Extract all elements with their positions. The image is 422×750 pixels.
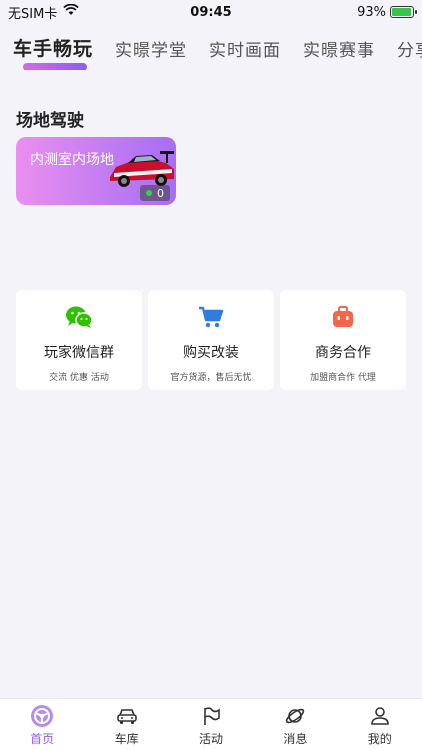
battery-fill <box>392 8 411 16</box>
battery-percent: 93% <box>357 4 386 20</box>
service-title: 购买改装 <box>183 345 239 361</box>
service-title: 玩家微信群 <box>44 345 114 361</box>
status-right: 93% <box>357 4 417 20</box>
tab-label: 实时画面 <box>209 41 282 61</box>
service-subtitle: 交流 优惠 活动 <box>49 373 109 383</box>
tab-events[interactable]: 实暻赛事 <box>303 30 375 61</box>
service-card-business[interactable]: 商务合作 加盟商合作 代理 <box>280 290 406 390</box>
top-tabs: 车手畅玩 实暻学堂 实时画面 实暻赛事 分享车辆 <box>0 30 422 70</box>
nav-label: 我的 <box>367 732 392 746</box>
nav-label: 消息 <box>283 732 308 746</box>
service-title: 商务合作 <box>315 345 371 361</box>
service-card-wechat-group[interactable]: 玩家微信群 交流 优惠 活动 <box>16 290 142 390</box>
service-card-purchase-mods[interactable]: 购买改装 官方货源，售后无忧 <box>148 290 274 390</box>
flag-icon <box>201 705 221 727</box>
user-icon <box>370 705 390 727</box>
tab-academy[interactable]: 实暻学堂 <box>115 30 187 61</box>
nav-garage[interactable]: 车库 <box>92 705 162 747</box>
battery-icon <box>390 6 417 18</box>
service-subtitle: 官方货源，售后无忧 <box>170 373 252 383</box>
online-count: 0 <box>157 186 164 200</box>
tab-label: 实暻赛事 <box>303 41 376 61</box>
active-tab-indicator <box>23 63 88 70</box>
nav-profile[interactable]: 我的 <box>345 705 415 747</box>
briefcase-icon <box>331 304 355 330</box>
tab-label: 分享车辆 <box>397 41 422 61</box>
tab-live-view[interactable]: 实时画面 <box>209 30 281 61</box>
tab-label: 车手畅玩 <box>13 38 94 60</box>
section-title: 场地驾驶 <box>16 111 84 131</box>
status-bar: 无SIM卡 09:45 93% <box>0 0 422 24</box>
cart-icon <box>198 304 224 330</box>
wifi-icon <box>63 3 80 20</box>
nav-activities[interactable]: 活动 <box>176 705 246 747</box>
carrier-label: 无SIM卡 <box>8 6 58 22</box>
online-dot-icon <box>146 190 152 196</box>
status-left: 无SIM卡 <box>8 3 80 22</box>
nav-home[interactable]: 首页 <box>7 705 77 747</box>
home-wheel-icon <box>30 705 54 727</box>
car-icon <box>116 705 138 727</box>
nav-label: 车库 <box>114 732 139 746</box>
tab-drivers-play[interactable]: 车手畅玩 <box>13 30 94 70</box>
nav-messages[interactable]: 消息 <box>260 705 330 747</box>
planet-icon <box>284 705 306 727</box>
service-cards: 玩家微信群 交流 优惠 活动 购买改装 官方货源，售后无忧 商务合作 加盟商合作… <box>16 290 406 390</box>
bottom-nav: 首页 车库 活动 消息 我的 <box>0 698 422 750</box>
nav-label: 活动 <box>198 732 223 746</box>
venue-card[interactable]: 内测室内场地 0 <box>16 137 176 205</box>
wechat-icon <box>65 304 93 330</box>
online-count-badge: 0 <box>140 185 170 201</box>
venue-name: 内测室内场地 <box>30 152 114 168</box>
service-subtitle: 加盟商合作 代理 <box>310 373 376 383</box>
nav-label: 首页 <box>30 732 55 746</box>
tab-share-vehicle[interactable]: 分享车辆 <box>397 30 422 61</box>
tab-label: 实暻学堂 <box>115 41 188 61</box>
